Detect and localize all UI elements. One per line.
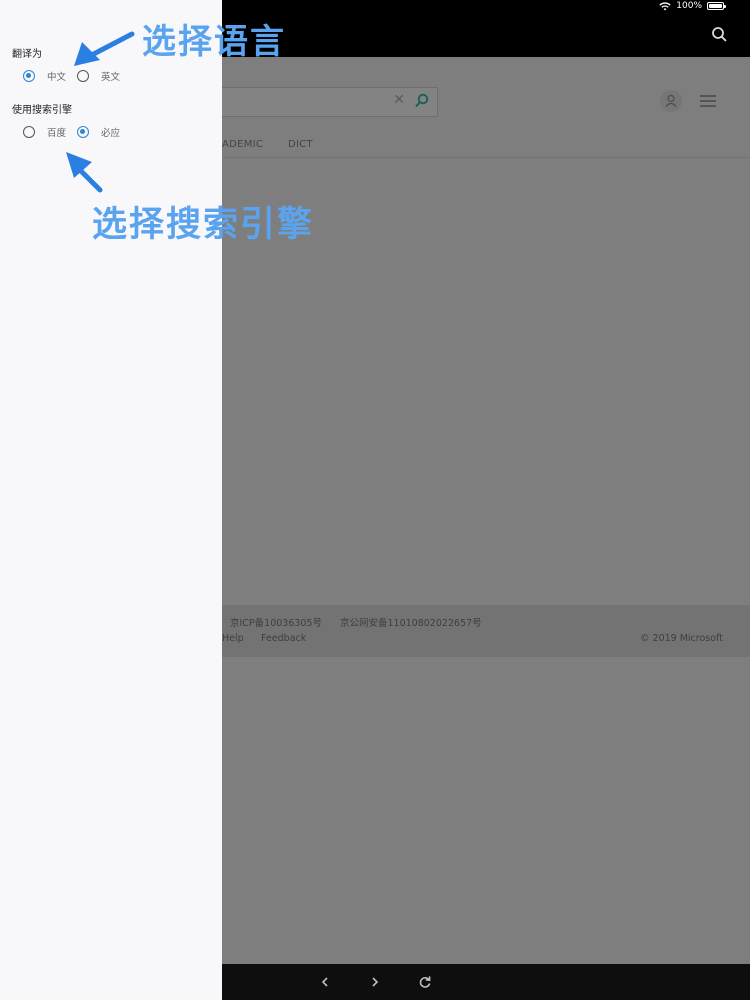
back-icon[interactable]: [315, 972, 335, 992]
radio-label-bing: 必应: [101, 128, 121, 139]
reload-icon[interactable]: [415, 972, 435, 992]
battery-icon: [707, 2, 726, 10]
footer-copyright: © 2019 Microsoft: [640, 633, 723, 644]
translate-to-title: 翻译为: [12, 49, 42, 60]
bing-search-box[interactable]: ✕: [200, 87, 438, 117]
tab-academic[interactable]: ADEMIC: [222, 139, 263, 150]
search-engine-options: 百度 必应: [23, 125, 131, 139]
annotation-select-language: 选择语言: [142, 22, 286, 62]
search-icon[interactable]: [710, 25, 730, 45]
radio-option-chinese[interactable]: 中文: [23, 69, 66, 83]
forward-icon[interactable]: [365, 972, 385, 992]
footer-feedback-link[interactable]: Feedback: [261, 633, 306, 644]
battery-percent: 100%: [676, 1, 702, 11]
radio-label-baidu: 百度: [47, 128, 67, 139]
annotation-select-engine: 选择搜索引擎: [92, 205, 315, 245]
radio-option-baidu[interactable]: 百度: [23, 125, 66, 139]
engine-arrow-icon: [66, 152, 103, 193]
radio-label-english: 英文: [101, 72, 121, 83]
page-footer: 京ICP备10036305号 京公网安备11010802022657号 Help…: [200, 605, 750, 657]
scope-tabs: ADEMIC DICT: [200, 135, 750, 158]
screen: 100% ✕ ADEMIC DICT 京ICP备10036305号 京公网安备1…: [0, 0, 750, 1000]
wifi-icon: [659, 1, 671, 10]
menu-icon[interactable]: [700, 95, 716, 107]
radio-option-english[interactable]: 英文: [77, 69, 120, 83]
radio-label-chinese: 中文: [47, 72, 67, 83]
tab-dict[interactable]: DICT: [288, 139, 313, 150]
panel-status-strip: [0, 0, 222, 14]
language-arrow-icon: [74, 31, 135, 66]
radio-button-unchecked[interactable]: [77, 70, 90, 82]
status-indicators: 100%: [659, 1, 726, 11]
radio-button-checked[interactable]: [77, 126, 90, 138]
settings-panel: 翻译为 中文 英文 使用搜索引擎 百度 必应: [0, 0, 222, 1000]
user-avatar-icon[interactable]: [660, 90, 682, 112]
search-go-icon[interactable]: [413, 92, 431, 110]
radio-button-unchecked[interactable]: [23, 126, 35, 138]
clear-icon[interactable]: ✕: [393, 92, 405, 108]
radio-option-bing[interactable]: 必应: [77, 125, 120, 139]
footer-police-record[interactable]: 京公网安备11010802022657号: [340, 615, 482, 629]
radio-button-checked[interactable]: [23, 70, 35, 82]
search-engine-title: 使用搜索引擎: [12, 105, 72, 116]
footer-icp[interactable]: 京ICP备10036305号: [230, 615, 322, 629]
footer-help-link[interactable]: Help: [222, 633, 244, 644]
translate-options: 中文 英文: [23, 69, 131, 83]
